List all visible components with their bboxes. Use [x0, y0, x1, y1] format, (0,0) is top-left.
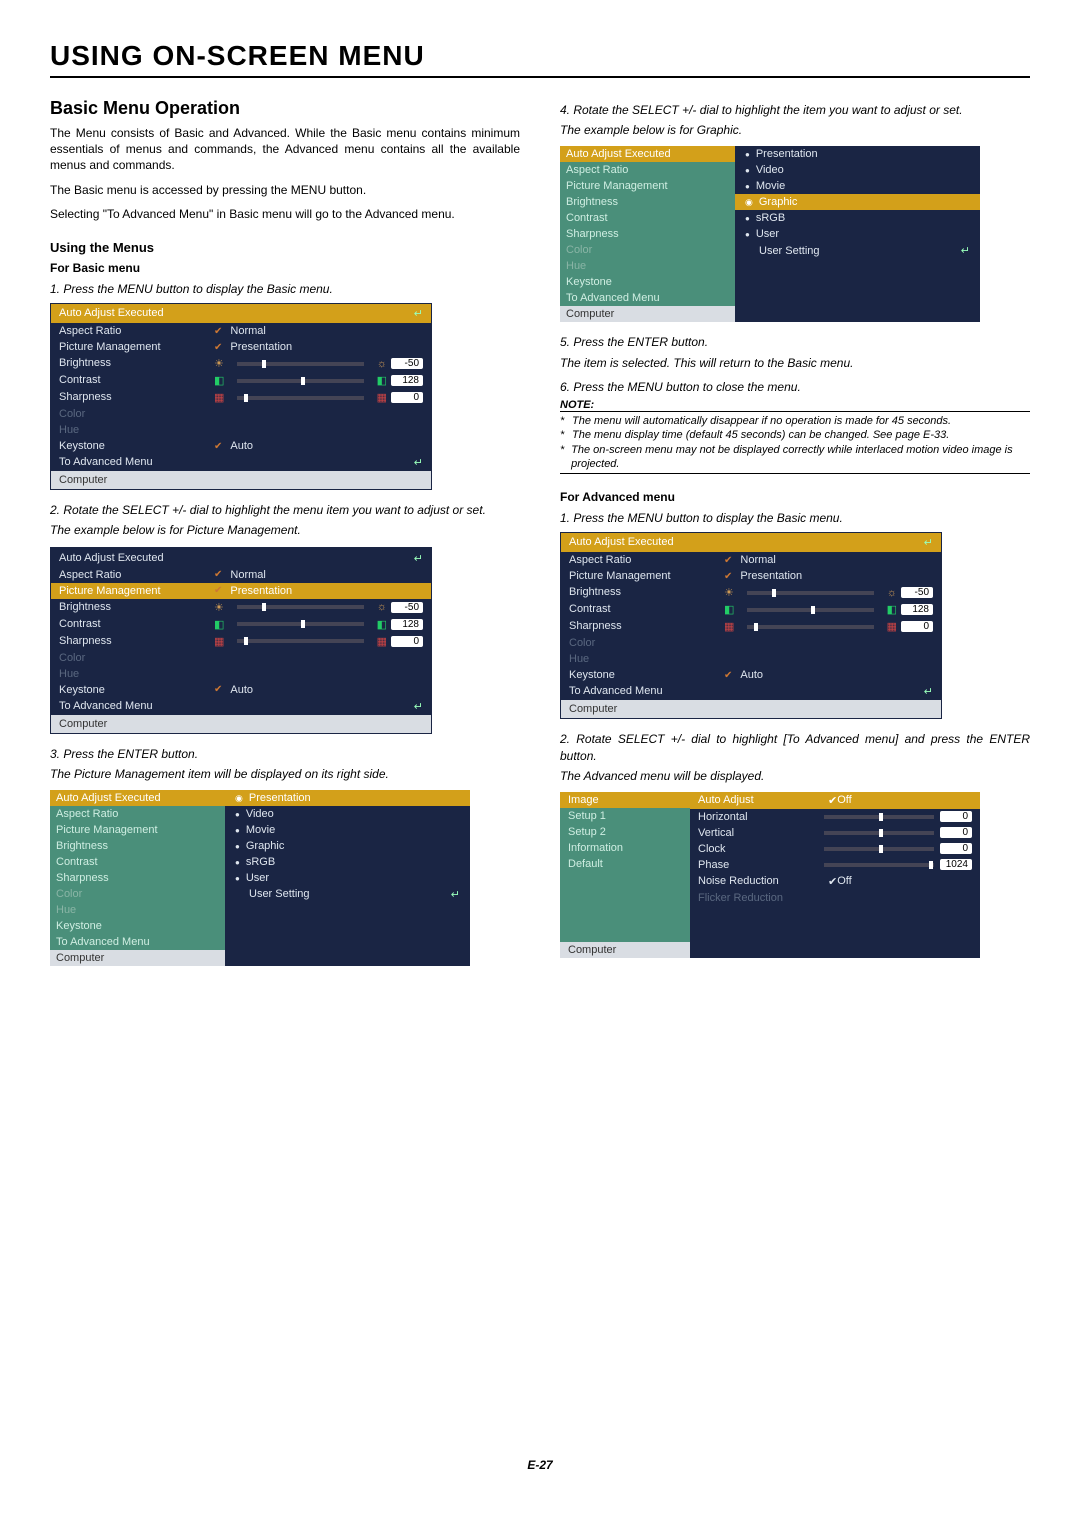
step-b4-caption: The example below is for Graphic.	[560, 122, 1030, 138]
osd-basic-3: Auto Adjust Executed↵ Aspect RatioNormal…	[560, 532, 942, 719]
intro-paragraph-2b: Selecting "To Advanced Menu" in Basic me…	[50, 206, 520, 222]
osd-split-presentation: Auto Adjust Executed Aspect Ratio Pictur…	[50, 790, 470, 966]
osd-advanced: Image Setup 1 Setup 2 Information Defaul…	[560, 792, 980, 958]
step-b2-caption: The example below is for Picture Managem…	[50, 522, 520, 538]
for-basic-heading: For Basic menu	[50, 261, 520, 275]
step-b6: 6. Press the MENU button to close the me…	[560, 379, 1030, 395]
step-b5: 5. Press the ENTER button.	[560, 334, 1030, 350]
page-title: USING ON-SCREEN MENU	[50, 40, 1030, 78]
osd-basic-1: Auto Adjust Executed↵ Aspect RatioNormal…	[50, 303, 432, 490]
osd-split-graphic: Auto Adjust Executed Aspect Ratio Pictur…	[560, 146, 980, 322]
step-a1: 1. Press the MENU button to display the …	[560, 510, 1030, 526]
for-advanced-heading: For Advanced menu	[560, 490, 1030, 504]
step-b5-caption: The item is selected. This will return t…	[560, 355, 1030, 371]
osd-basic-2: Auto Adjust Executed↵ Aspect RatioNormal…	[50, 547, 432, 734]
section-heading: Basic Menu Operation	[50, 98, 520, 119]
step-b1: 1. Press the MENU button to display the …	[50, 281, 520, 297]
step-b4: 4. Rotate the SELECT +/- dial to highlig…	[560, 102, 1030, 118]
note-block: *The menu will automatically disappear i…	[560, 411, 1030, 474]
step-a2-caption: The Advanced menu will be displayed.	[560, 768, 1030, 784]
step-b3-caption: The Picture Management item will be disp…	[50, 766, 520, 782]
using-menus-heading: Using the Menus	[50, 240, 520, 255]
page-number: E-27	[50, 1458, 1030, 1472]
step-b2: 2. Rotate the SELECT +/- dial to highlig…	[50, 502, 520, 518]
step-a2: 2. Rotate SELECT +/- dial to highlight […	[560, 731, 1030, 763]
note-label: NOTE:	[560, 399, 1030, 411]
intro-paragraph-1: The Menu consists of Basic and Advanced.…	[50, 125, 520, 174]
intro-paragraph-2a: The Basic menu is accessed by pressing t…	[50, 182, 520, 198]
step-b3: 3. Press the ENTER button.	[50, 746, 520, 762]
